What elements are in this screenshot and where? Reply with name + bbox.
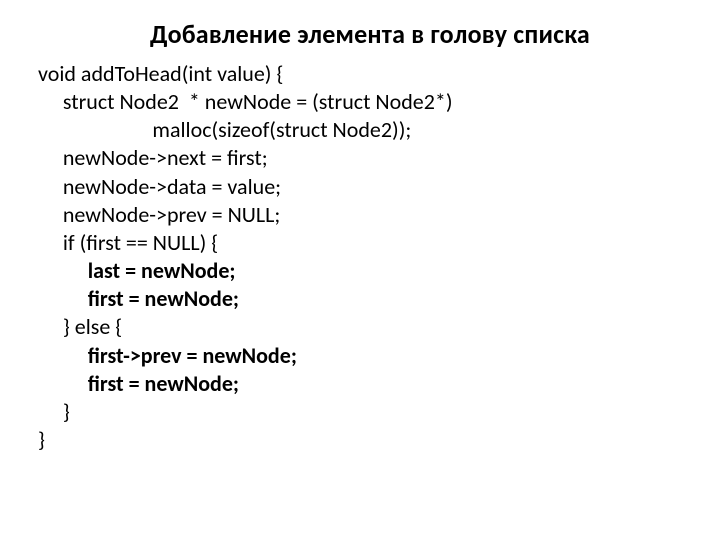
code-line: newNode->data = value;: [38, 173, 720, 201]
code-block: void addToHead(int value) { struct Node2…: [0, 58, 720, 454]
code-line-bold: first->prev = newNode;: [38, 342, 720, 370]
code-line-bold: last = newNode;: [38, 257, 720, 285]
code-line: newNode->next = first;: [38, 144, 720, 172]
code-line: } else {: [38, 313, 720, 341]
code-line: struct Node2 * newNode = (struct Node2*): [38, 88, 720, 116]
code-line: }: [38, 398, 720, 426]
code-line: }: [38, 426, 720, 454]
code-line-bold: first = newNode;: [38, 285, 720, 313]
slide-title: Добавление элемента в голову списка: [0, 18, 720, 58]
code-line: if (first == NULL) {: [38, 229, 720, 257]
code-line: void addToHead(int value) {: [38, 60, 720, 88]
code-line: malloc(sizeof(struct Node2));: [38, 116, 720, 144]
code-line-bold: first = newNode;: [38, 370, 720, 398]
code-line: newNode->prev = NULL;: [38, 201, 720, 229]
